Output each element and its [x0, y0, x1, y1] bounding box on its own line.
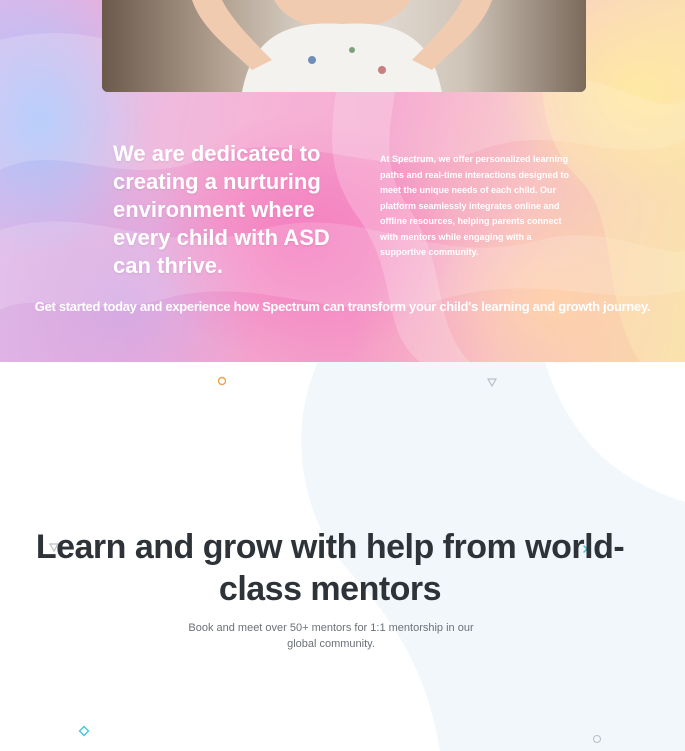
child-photo	[102, 0, 586, 92]
child-photo-image	[102, 0, 586, 92]
hero-heading: We are dedicated to creating a nurturing…	[113, 141, 330, 278]
hero-banner: We are dedicated to creating a nurturing…	[0, 0, 685, 362]
triangle-decoration-icon	[486, 378, 498, 388]
mentors-subtitle: Book and meet over 50+ mentors for 1:1 m…	[188, 622, 474, 650]
diamond-decoration-icon	[78, 725, 90, 737]
mentors-title: Learn and grow with help from world-clas…	[35, 528, 625, 608]
circle-decoration-icon	[217, 376, 227, 386]
circle-decoration-icon	[592, 734, 602, 744]
hero-call-to-action: Get started today and experience how Spe…	[34, 299, 651, 314]
hero-description: At Spectrum, we offer personalized learn…	[380, 154, 570, 257]
